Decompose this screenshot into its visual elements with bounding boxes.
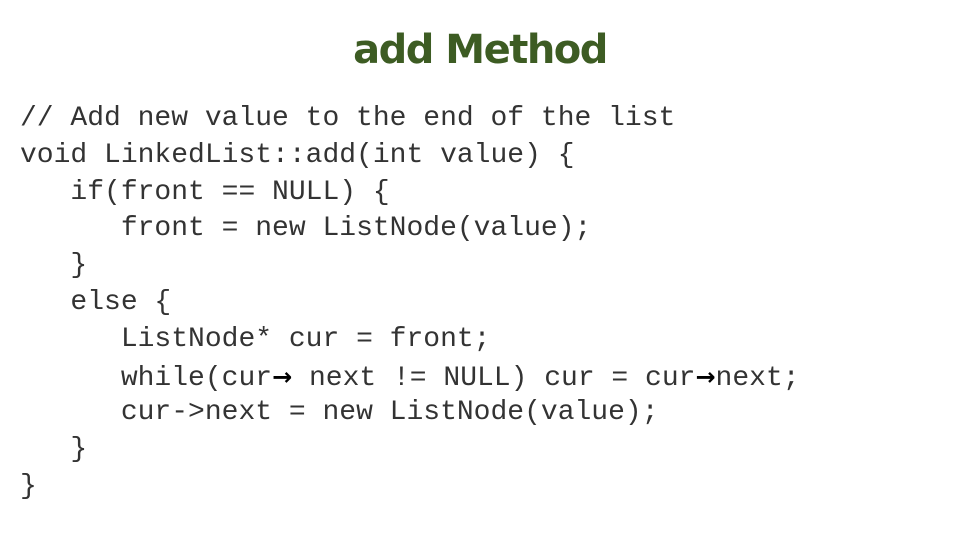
code-line-signature: void LinkedList::add(int value) { bbox=[20, 138, 800, 175]
code-text: } bbox=[70, 250, 88, 282]
code-line-cur-decl: ListNode* cur = front; bbox=[20, 322, 800, 359]
code-text: if(front == NULL) { bbox=[70, 176, 390, 208]
arrow-right-icon: → bbox=[272, 362, 293, 391]
code-text: ListNode* cur = front; bbox=[120, 323, 491, 355]
code-line-append: cur->next = new ListNode(value); bbox=[20, 395, 800, 432]
arrow-right-icon: → bbox=[695, 362, 716, 391]
code-line-comment: // Add new value to the end of the list bbox=[20, 101, 800, 138]
code-text: } bbox=[20, 470, 37, 502]
code-text: // Add new value to the end of the list bbox=[20, 103, 676, 134]
code-text: front = new ListNode(value); bbox=[120, 213, 592, 245]
code-line-assign-front: front = new ListNode(value); bbox=[20, 211, 800, 248]
code-text: next != NULL) cur = cur bbox=[292, 362, 696, 394]
code-line-close-else: } bbox=[20, 432, 800, 469]
code-line-while: while(cur→ next != NULL) cur = cur→next; bbox=[20, 359, 800, 396]
code-line-close-if: } bbox=[20, 248, 800, 285]
slide-title: add Method bbox=[353, 27, 608, 73]
code-line-else: else { bbox=[20, 285, 800, 322]
code-line-close-function: } bbox=[20, 469, 800, 506]
code-text: while(cur bbox=[120, 362, 273, 394]
code-text: next; bbox=[715, 362, 800, 394]
code-text: } bbox=[70, 434, 88, 466]
code-text: void LinkedList::add(int value) { bbox=[20, 139, 575, 171]
code-line-if: if(front == NULL) { bbox=[20, 175, 800, 212]
code-block: // Add new value to the end of the list v… bbox=[20, 101, 800, 506]
code-text: cur->next = new ListNode(value); bbox=[120, 397, 659, 429]
code-text: else { bbox=[70, 286, 172, 318]
